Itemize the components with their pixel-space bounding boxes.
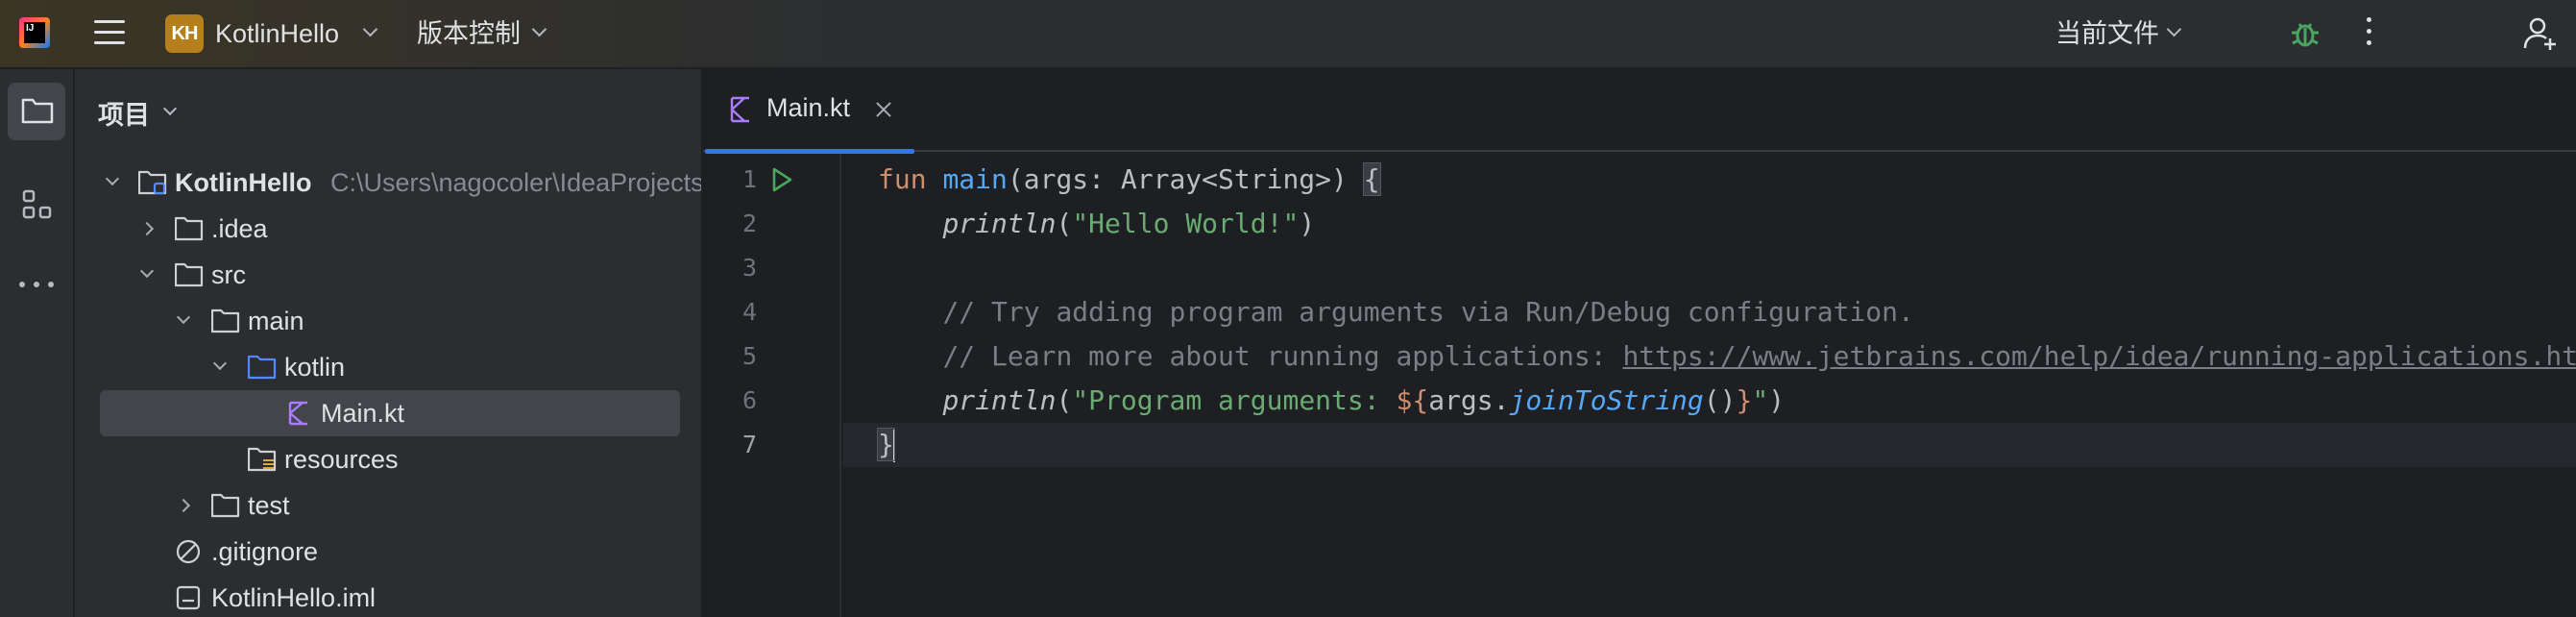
line-number: 7 xyxy=(741,431,757,458)
project-tool-button[interactable] xyxy=(8,83,65,140)
project-path: C:\Users\nagocoler\IdeaProjects\KotlinHe… xyxy=(330,168,703,197)
tree-row-src[interactable]: src xyxy=(75,252,701,298)
title-bar: IJ KH KotlinHello 版本控制 当前文件 xyxy=(0,0,2576,69)
tree-label: kotlin xyxy=(284,353,346,382)
tree-label: KotlinHello xyxy=(175,168,312,197)
tree-row-idea[interactable]: .idea xyxy=(75,206,701,252)
expand-arrow-icon[interactable] xyxy=(139,263,155,279)
tree-label: KotlinHello.iml xyxy=(211,583,377,612)
chevron-down-icon[interactable] xyxy=(162,101,178,116)
debug-icon[interactable] xyxy=(2290,15,2321,50)
code-line-2: println("Hello World!") xyxy=(942,208,1316,239)
project-name-dropdown[interactable]: KotlinHello xyxy=(215,15,339,52)
code-line-1: fun main(args: Array<String>) { xyxy=(878,162,1381,196)
folder-icon xyxy=(211,308,240,333)
expand-arrow-icon[interactable] xyxy=(212,356,228,371)
chevron-down-icon[interactable] xyxy=(2166,21,2182,37)
line-number: 5 xyxy=(741,342,757,370)
add-user-icon[interactable] xyxy=(2522,15,2559,52)
code-line-6: println("Program arguments: ${args.joinT… xyxy=(942,384,1786,416)
line-number: 4 xyxy=(741,298,757,326)
folder-icon xyxy=(211,493,240,518)
folder-icon xyxy=(175,262,204,287)
tree-row-kotlinhello[interactable]: KotlinHello C:\Users\nagocoler\IdeaProje… xyxy=(75,160,703,206)
run-gutter-icon[interactable] xyxy=(770,167,793,192)
ignore-file-icon xyxy=(176,539,201,564)
structure-icon xyxy=(22,189,52,219)
tree-label: resources xyxy=(284,445,399,474)
tree-row-main-kt[interactable]: Main.kt xyxy=(100,390,680,436)
expand-arrow-icon[interactable] xyxy=(176,309,191,325)
project-panel: 项目 KotlinHello C:\Users\nagocoler\IdeaPr… xyxy=(75,69,703,617)
tree-label: main xyxy=(248,307,304,335)
structure-tool-button[interactable] xyxy=(8,175,65,233)
run-configuration-dropdown[interactable]: 当前文件 xyxy=(2055,15,2159,52)
chevron-down-icon[interactable] xyxy=(531,21,547,37)
folder-icon xyxy=(175,216,204,241)
tab-label: Main.kt xyxy=(766,93,851,122)
line-number: 6 xyxy=(741,386,757,414)
more-tools-button[interactable] xyxy=(8,256,65,313)
code-line-7: } xyxy=(877,428,895,462)
source-folder-icon xyxy=(248,355,277,380)
tool-window-strip xyxy=(0,69,75,617)
tree-label: .gitignore xyxy=(211,537,319,566)
tree-label: Main.kt xyxy=(321,399,405,428)
tree-row-kotlin[interactable]: kotlin xyxy=(75,344,701,390)
code-area[interactable]: fun main(args: Array<String>) { println(… xyxy=(843,154,2576,617)
app-logo-text: IJ xyxy=(24,22,45,43)
code-line-5: // Learn more about running applications… xyxy=(878,334,2576,379)
vcs-dropdown[interactable]: 版本控制 xyxy=(417,15,521,52)
line-number: 1 xyxy=(741,165,757,193)
editor-gutter: 1 2 3 4 5 6 7 xyxy=(703,154,841,617)
tree-row-iml[interactable]: KotlinHello.iml xyxy=(75,575,701,617)
more-vertical-icon[interactable] xyxy=(2363,17,2374,50)
chevron-down-icon[interactable] xyxy=(362,21,378,37)
tree-label: test xyxy=(248,491,290,520)
expand-arrow-icon[interactable] xyxy=(105,171,120,186)
project-badge[interactable]: KH xyxy=(165,14,204,53)
tree-label: src xyxy=(211,260,246,289)
more-horizontal-icon xyxy=(19,282,54,287)
resources-folder-icon xyxy=(248,447,277,472)
tree-row-main[interactable]: main xyxy=(75,298,701,344)
intellij-logo-icon[interactable]: IJ xyxy=(19,17,50,48)
line-number: 3 xyxy=(741,254,757,282)
tree-label: .idea xyxy=(211,214,268,243)
close-icon[interactable] xyxy=(874,100,893,119)
tree-row-resources[interactable]: resources xyxy=(75,436,701,482)
module-folder-icon xyxy=(138,170,167,195)
tree-row-gitignore[interactable]: .gitignore xyxy=(75,529,701,575)
line-number: 2 xyxy=(741,210,757,237)
editor: Main.kt 1 2 3 4 5 6 7 fun main(args: Arr… xyxy=(703,69,2576,617)
expand-arrow-icon[interactable] xyxy=(176,498,191,513)
kotlin-file-icon xyxy=(288,401,307,426)
main-menu-icon[interactable] xyxy=(94,20,125,45)
help-link[interactable]: https://www.jetbrains.com/help/idea/runn… xyxy=(1622,340,2576,372)
kotlin-file-icon xyxy=(730,96,749,123)
code-line-4: // Try adding program arguments via Run/… xyxy=(942,296,1914,328)
tree-row-test[interactable]: test xyxy=(75,482,701,529)
current-line-highlight xyxy=(843,423,2576,467)
editor-tab-bar: Main.kt xyxy=(703,69,2576,154)
text-caret xyxy=(892,430,895,462)
panel-title[interactable]: 项目 xyxy=(98,94,150,132)
expand-arrow-icon[interactable] xyxy=(139,221,155,236)
tab-main-kt[interactable]: Main.kt xyxy=(703,69,914,154)
iml-file-icon xyxy=(176,585,201,610)
folder-icon xyxy=(21,98,54,124)
